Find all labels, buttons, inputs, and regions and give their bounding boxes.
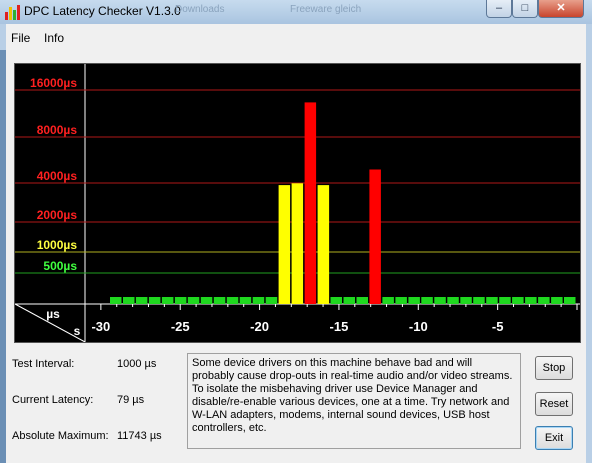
latency-bar [447, 297, 459, 304]
latency-bar [161, 297, 174, 304]
latency-bar [213, 297, 226, 304]
current-latency-label: Current Latency: [12, 394, 94, 406]
y-tick-label: 8000µs [37, 123, 78, 137]
app-window: DPC Latency Checker V1.3.0 Downloads Fre… [0, 0, 592, 463]
y-unit-label: µs [46, 307, 60, 321]
title-bar[interactable]: DPC Latency Checker V1.3.0 Downloads Fre… [0, 0, 592, 24]
latency-bar [551, 297, 563, 304]
latency-bar [278, 185, 291, 304]
latency-bar [408, 297, 420, 304]
latency-bar [512, 297, 524, 304]
absolute-maximum-label: Absolute Maximum: [12, 430, 109, 442]
latency-bar [564, 297, 576, 304]
test-interval-value: 1000 µs [117, 358, 157, 370]
window-title: DPC Latency Checker V1.3.0 [24, 4, 181, 18]
latency-bar [486, 297, 498, 304]
latency-bar [265, 297, 278, 304]
x-tick-label: -5 [492, 319, 504, 334]
x-tick-label: -30 [91, 319, 110, 334]
latency-bar [291, 183, 304, 304]
y-tick-label: 2000µs [37, 208, 78, 222]
latency-bar [174, 297, 187, 304]
x-tick-label: -10 [409, 319, 428, 334]
reset-button[interactable]: Reset [535, 392, 573, 416]
background-tab-label: Downloads [175, 4, 225, 15]
x-tick-label: -20 [250, 319, 269, 334]
latency-bar [317, 185, 330, 304]
exit-button[interactable]: Exit [535, 426, 573, 450]
latency-bar [538, 297, 550, 304]
latency-bar [382, 297, 394, 304]
latency-bar [421, 297, 433, 304]
latency-chart-svg: 16000µs8000µs4000µs2000µs1000µs500µsµss -… [15, 64, 580, 342]
latency-chart: 16000µs 8000µs 4000µs 2000µs 1000µs 500µs µs s -… [14, 63, 581, 343]
latency-bar [369, 169, 381, 304]
latency-bar [343, 297, 355, 304]
latency-bar [187, 297, 200, 304]
latency-bar [525, 297, 537, 304]
latency-bar [356, 297, 368, 304]
latency-bar [226, 297, 239, 304]
latency-bar [460, 297, 472, 304]
menu-bar: File Info [0, 24, 592, 50]
current-latency-value: 79 µs [117, 394, 145, 406]
maximize-button[interactable]: □ [512, 0, 538, 18]
latency-bar [123, 297, 135, 304]
latency-bar [252, 297, 265, 304]
latency-bar [304, 102, 317, 305]
x-tick-label: -15 [330, 319, 349, 334]
window-frame [586, 24, 592, 463]
background-tab-label: Freeware gleich [290, 4, 362, 15]
y-tick-label: 4000µs [37, 169, 78, 183]
latency-bar [200, 297, 213, 304]
y-tick-label: 16000µs [30, 76, 77, 90]
x-unit-label: s [74, 324, 81, 338]
latency-bar [395, 297, 407, 304]
latency-bar [434, 297, 446, 304]
x-tick-label: -25 [171, 319, 190, 334]
y-tick-label: 500µs [43, 259, 77, 273]
latency-bar [135, 297, 148, 304]
close-button[interactable]: ✕ [538, 0, 584, 18]
menu-info[interactable]: Info [44, 31, 64, 45]
test-interval-label: Test Interval: [12, 358, 75, 370]
info-text-box: Some device drivers on this machine beha… [187, 353, 521, 449]
latency-bar [148, 297, 161, 304]
latency-bar [499, 297, 511, 304]
menu-file[interactable]: File [11, 31, 30, 45]
latency-bar [239, 297, 252, 304]
minimize-button[interactable]: – [486, 0, 512, 18]
latency-bar [110, 297, 122, 304]
y-tick-label: 1000µs [37, 238, 78, 252]
app-icon [4, 4, 20, 20]
client-area: 16000µs 8000µs 4000µs 2000µs 1000µs 500µs µs s -… [6, 50, 586, 463]
latency-bar [330, 297, 342, 304]
stop-button[interactable]: Stop [535, 356, 573, 380]
absolute-maximum-value: 11743 µs [117, 430, 162, 442]
latency-bar [473, 297, 485, 304]
